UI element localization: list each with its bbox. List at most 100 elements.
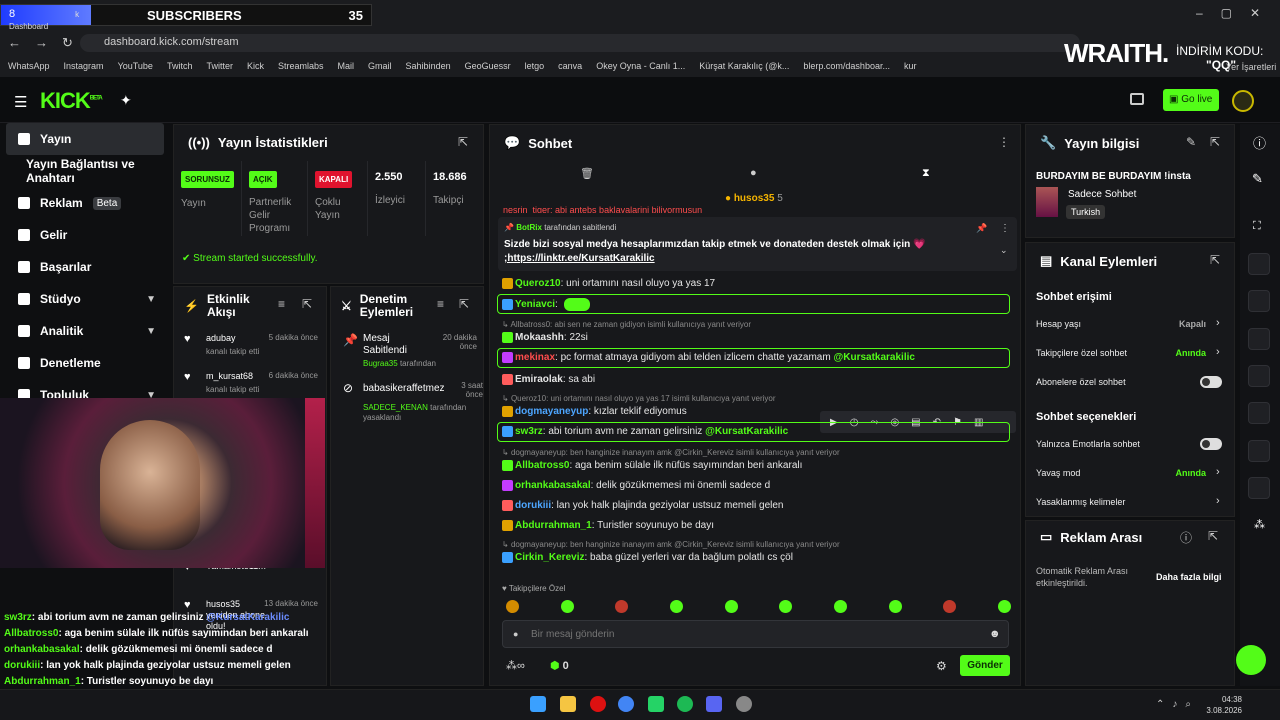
chat-message[interactable]: Mokaashh: 22si — [502, 332, 588, 343]
send-button[interactable]: Gönder — [960, 655, 1010, 676]
chrome-icon[interactable] — [618, 696, 634, 712]
bookmark-item[interactable]: Mail — [338, 61, 355, 71]
chevron-right-icon[interactable]: › — [1216, 317, 1220, 329]
bookmark-item[interactable]: Okey Oyna - Canlı 1... — [596, 61, 685, 71]
kick-logo[interactable]: KICKBETA — [40, 88, 103, 114]
emote-icon[interactable] — [833, 600, 847, 613]
bookmark-item[interactable]: Kürşat Karakılıç (@k... — [699, 61, 789, 71]
chat-username[interactable]: orhankabasakal — [515, 480, 591, 491]
bookmark-item[interactable]: letgo — [525, 61, 545, 71]
nav-gelir[interactable]: Gelir — [0, 219, 170, 251]
chat-username[interactable]: Emiraolak — [515, 374, 563, 385]
chat-message[interactable]: sw3rz: abi torium avm ne zaman gelirsini… — [502, 426, 788, 437]
chat-username[interactable]: sw3rz — [515, 426, 543, 437]
ad-break-link[interactable]: Daha fazla bilgi — [1156, 572, 1222, 582]
trash-icon[interactable]: 🗑 — [580, 167, 594, 180]
nav-arrows-icon[interactable]: ←→↻ — [8, 35, 87, 51]
chat-username[interactable]: Cirkin_Kereviz — [515, 552, 584, 563]
quick-action-doc-icon[interactable] — [1248, 290, 1270, 312]
chat-mention[interactable]: @KursatKarakilic — [705, 426, 788, 437]
nav-yayin[interactable]: Yayın — [6, 123, 164, 155]
more-icon[interactable]: ⋮ — [998, 135, 1010, 149]
quick-action-wrench-icon[interactable] — [1248, 440, 1270, 462]
quick-action-broadcast-icon[interactable] — [1248, 365, 1270, 387]
emote-icon[interactable] — [506, 600, 519, 613]
setting-value[interactable]: Anında — [1176, 348, 1207, 358]
mode-icon[interactable] — [1130, 93, 1144, 105]
quick-action-bolt-icon[interactable] — [1248, 253, 1270, 275]
popout-icon[interactable]: ⇱ — [1208, 529, 1218, 543]
chat-username[interactable]: Abdurrahman_1 — [515, 520, 592, 531]
setting-value[interactable]: Kapalı — [1179, 319, 1206, 329]
gift-user[interactable]: husos35 — [734, 193, 775, 204]
setting-toggle[interactable] — [1200, 438, 1222, 450]
emote-icon[interactable] — [724, 600, 738, 613]
emote-icon[interactable] — [779, 600, 793, 613]
go-live-button[interactable]: ▣ Go live — [1163, 89, 1219, 111]
quick-action-chat-icon[interactable] — [1248, 328, 1270, 350]
emoji-icon[interactable]: ☻ — [989, 628, 1001, 640]
bookmark-item[interactable]: Gmail — [368, 61, 392, 71]
chat-message[interactable]: Yeniavci: — [502, 298, 590, 311]
tray-icons[interactable]: ⌃♪⌕ — [1156, 699, 1199, 710]
bookmark-item[interactable]: blerp.com/dashboar... — [803, 61, 890, 71]
chat-input[interactable]: ● ☻ — [502, 620, 1009, 648]
emote-icon[interactable] — [888, 600, 902, 613]
chat-message[interactable]: Emiraolak: sa abi — [502, 374, 595, 385]
clock[interactable]: 04:38 3.08.2026 — [1202, 694, 1242, 716]
chevron-down-icon[interactable]: ⌄ — [1000, 245, 1008, 256]
pinned-link[interactable]: ;https://linktr.ee/KursatKarakilic — [504, 253, 655, 264]
discord-icon[interactable] — [706, 696, 722, 712]
support-icon[interactable] — [1236, 645, 1266, 675]
nav-basarilar[interactable]: Başarılar — [0, 251, 170, 283]
bookmark-item[interactable]: Streamlabs — [278, 61, 324, 71]
hourglass-icon[interactable]: ⧗ — [922, 167, 930, 180]
more-icon[interactable]: ⁂ — [1254, 518, 1265, 531]
setting-toggle[interactable] — [1200, 376, 1222, 388]
emote-icon[interactable] — [560, 600, 574, 613]
nav-analitik[interactable]: Analitik ▼ — [0, 315, 170, 347]
settings-icon[interactable]: ⚙ — [936, 659, 947, 673]
emote-icon[interactable] — [997, 600, 1011, 613]
bookmark-item[interactable]: YouTube — [118, 61, 153, 71]
chat-username[interactable]: dorukiii — [515, 500, 551, 511]
popout-icon[interactable]: ⇱ — [1210, 135, 1220, 149]
more-icon[interactable]: ⋮ — [1000, 223, 1010, 234]
nav-denetleme[interactable]: Denetleme — [0, 347, 170, 379]
setting-value[interactable]: Anında — [1176, 468, 1207, 478]
quick-action-ad-icon[interactable] — [1248, 477, 1270, 499]
nav-reklam[interactable]: Reklam Beta — [0, 187, 170, 219]
chevron-right-icon[interactable]: › — [1216, 495, 1220, 507]
mod-actor[interactable]: Bugraa35 — [363, 359, 398, 368]
activity-user[interactable]: adubay — [206, 333, 266, 344]
chat-input-field[interactable] — [531, 626, 971, 642]
popout-icon[interactable]: ⇱ — [302, 297, 312, 311]
chat-message[interactable]: dogmayaneyup: kızlar teklif ediyomus — [502, 406, 687, 417]
edit-icon[interactable]: ✎ — [1186, 135, 1196, 149]
chat-username[interactable]: mekinax — [515, 352, 555, 363]
edit-icon[interactable]: ✎ — [1252, 171, 1263, 187]
chat-username[interactable]: dogmayaneyup — [515, 406, 588, 417]
chat-message[interactable]: Cirkin_Kereviz: baba güzel yerleri var d… — [502, 552, 793, 563]
popout-icon[interactable]: ⇱ — [458, 135, 468, 149]
popout-icon[interactable]: ⇱ — [1210, 253, 1220, 267]
chat-message[interactable]: dorukiii: lan yok halk plajinda geziyola… — [502, 500, 783, 511]
bookmark-item[interactable]: Twitter — [206, 61, 233, 71]
chat-icon[interactable]: ● — [750, 167, 757, 179]
chat-message[interactable]: Abdurrahman_1: Turistler soyunuyo be day… — [502, 520, 714, 531]
bookmark-item[interactable]: GeoGuessr — [465, 61, 511, 71]
bookmark-item[interactable]: canva — [558, 61, 582, 71]
emote-icon[interactable] — [615, 600, 629, 613]
chat-username[interactable]: Yeniavci — [515, 299, 555, 310]
whatsapp-icon[interactable] — [648, 696, 664, 712]
chevron-right-icon[interactable]: › — [1216, 466, 1220, 478]
mod-actor[interactable]: SADECE_KENAN — [363, 403, 428, 412]
url-field[interactable]: dashboard.kick.com/stream — [80, 34, 1080, 52]
quick-action-server-icon[interactable] — [1248, 402, 1270, 424]
activity-user[interactable]: m_kursat68 — [206, 371, 266, 382]
bookmark-item[interactable]: Twitch — [167, 61, 193, 71]
bookmark-item[interactable]: kur — [904, 61, 917, 71]
chat-username[interactable]: Mokaashh — [515, 332, 564, 343]
filter-icon[interactable]: ≡ — [437, 297, 444, 311]
points-icon[interactable]: ⁂∞ — [506, 659, 525, 672]
